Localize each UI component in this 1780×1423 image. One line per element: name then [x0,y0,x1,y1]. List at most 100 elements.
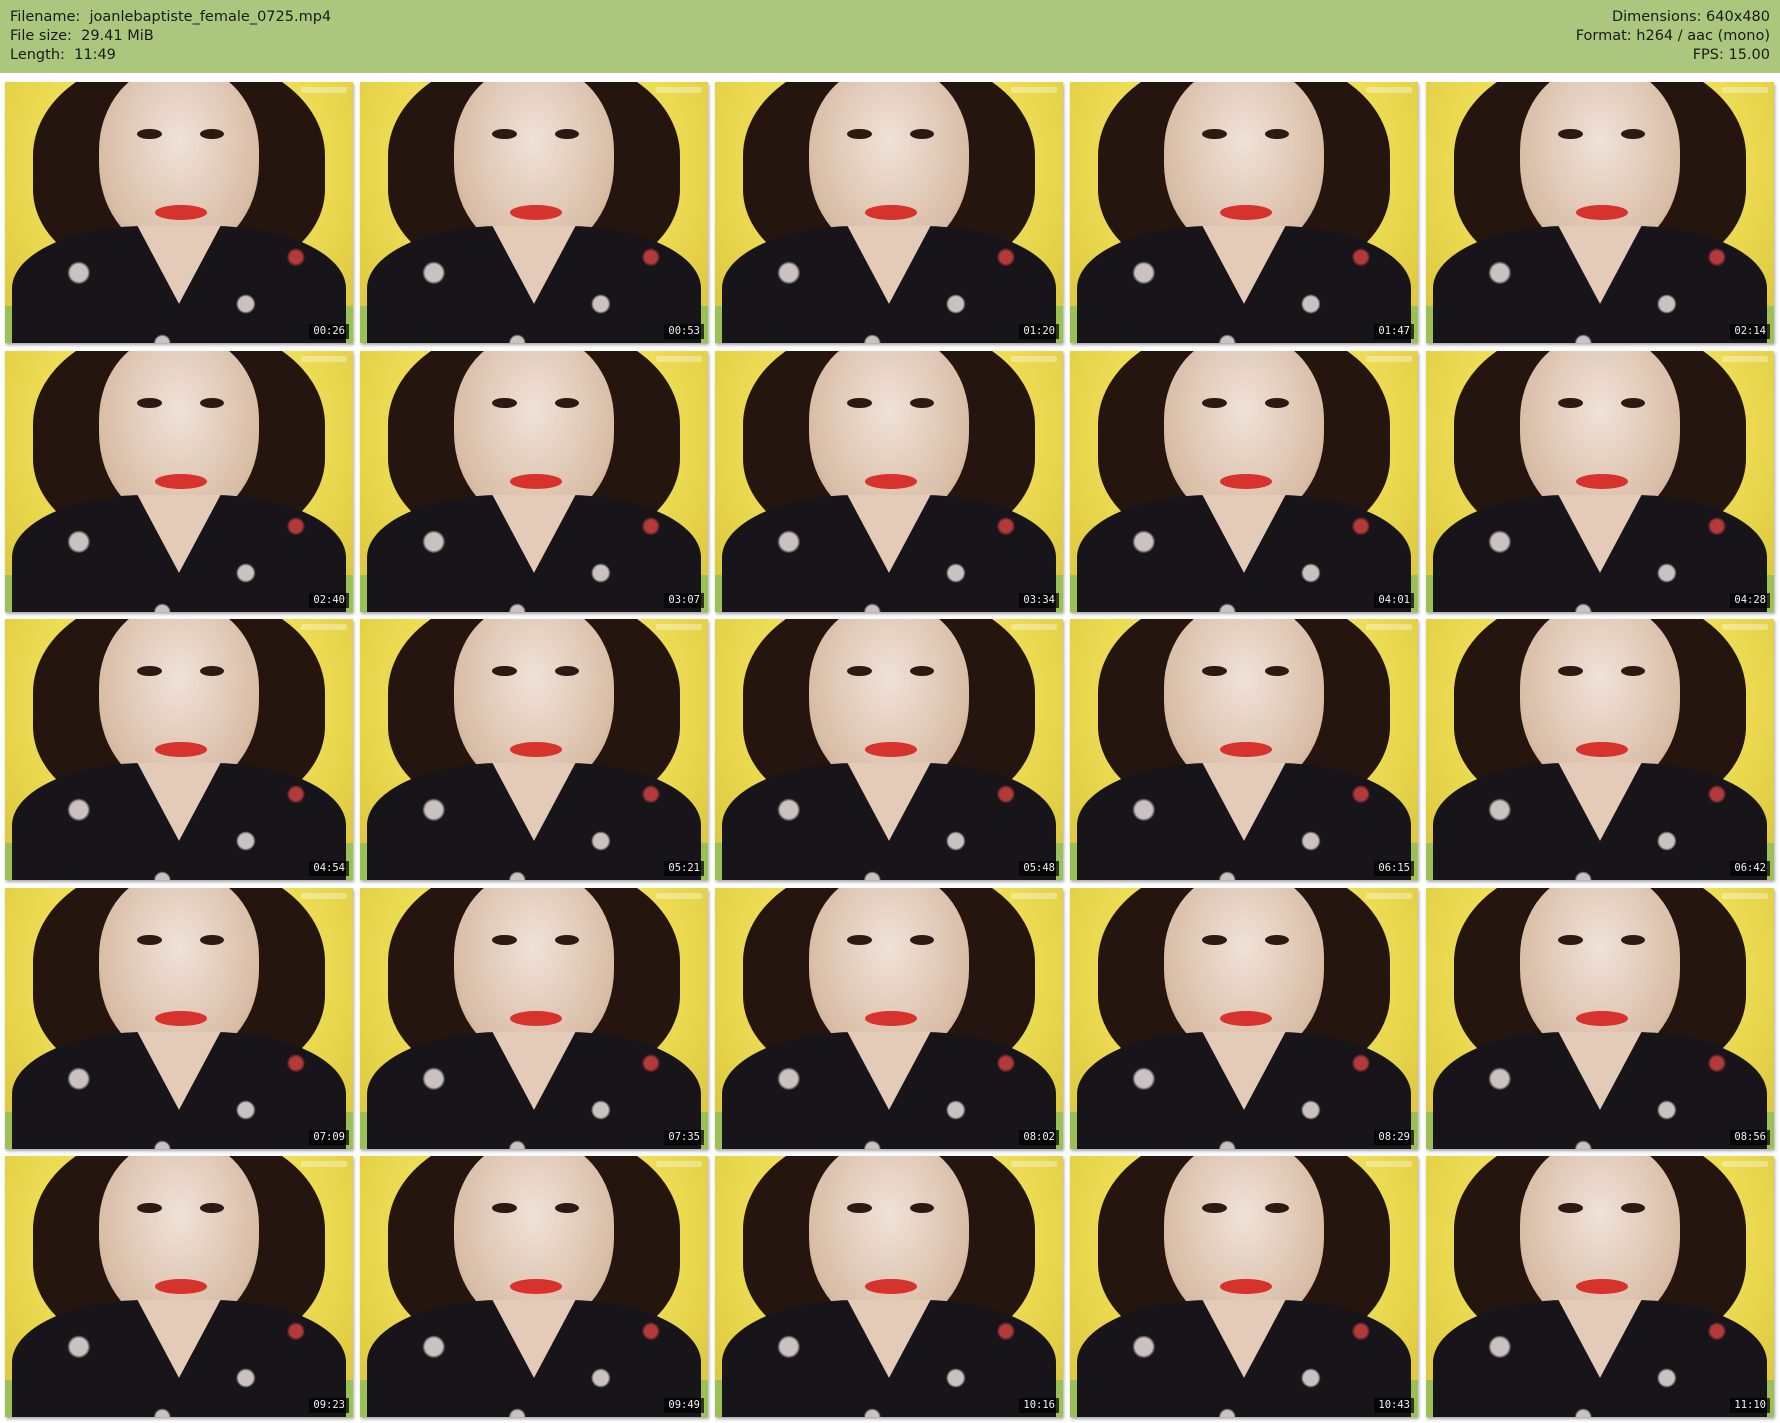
lips [509,741,562,758]
lips [1219,204,1272,221]
lips [1575,1010,1628,1027]
watermark [1366,87,1412,93]
watermark [656,356,702,362]
lips [864,1010,917,1027]
thumbnail-grid: 00:26 00:53 01:20 01:47 02:14 02:40 03:07 03:34… [0,73,1780,1423]
watermark [1722,624,1768,630]
timestamp-label: 00:53 [664,324,704,339]
info-header: Filename: joanlebaptiste_female_0725.mp4… [0,0,1780,73]
timestamp-label: 08:56 [1730,1130,1770,1145]
lips [509,473,562,490]
watermark [656,893,702,899]
lips [509,1278,562,1295]
watermark [301,624,347,630]
lips [1219,1278,1272,1295]
video-frame-thumbnail: 08:56 [1426,888,1774,1149]
lips [1575,1278,1628,1295]
watermark [1722,893,1768,899]
lips [864,473,917,490]
timestamp-label: 05:48 [1019,861,1059,876]
watermark [301,356,347,362]
video-frame-thumbnail: 01:20 [715,82,1063,343]
video-frame-thumbnail: 05:48 [715,619,1063,880]
watermark [1366,624,1412,630]
video-frame-thumbnail: 08:29 [1070,888,1418,1149]
video-frame-thumbnail: 11:10 [1426,1156,1774,1417]
video-frame-thumbnail: 10:16 [715,1156,1063,1417]
video-info: Dimensions: 640x480 Format: h264 / aac (… [1576,8,1770,65]
timestamp-label: 01:47 [1374,324,1414,339]
timestamp-label: 00:26 [309,324,349,339]
lips [1575,741,1628,758]
fps-line: FPS: 15.00 [1692,47,1770,63]
video-frame-thumbnail: 07:09 [5,888,353,1149]
watermark [656,1161,702,1167]
watermark [1722,87,1768,93]
video-frame-thumbnail: 09:23 [5,1156,353,1417]
timestamp-label: 09:23 [309,1398,349,1413]
watermark [1011,87,1057,93]
watermark [1011,893,1057,899]
timestamp-label: 04:54 [309,861,349,876]
file-info: Filename: joanlebaptiste_female_0725.mp4… [10,8,331,65]
filename-line: Filename: joanlebaptiste_female_0725.mp4 [10,9,332,25]
watermark [1722,1161,1768,1167]
timestamp-label: 11:10 [1730,1398,1770,1413]
watermark [301,1161,347,1167]
watermark [656,624,702,630]
lips [154,741,207,758]
video-frame-thumbnail: 10:43 [1070,1156,1418,1417]
timestamp-label: 02:40 [309,593,349,608]
lips [1219,1010,1272,1027]
video-frame-thumbnail: 04:28 [1426,351,1774,612]
watermark [1722,356,1768,362]
watermark [656,87,702,93]
lips [509,1010,562,1027]
lips [154,204,207,221]
video-frame-thumbnail: 09:49 [360,1156,708,1417]
video-frame-thumbnail: 06:15 [1070,619,1418,880]
timestamp-label: 08:29 [1374,1130,1414,1145]
video-frame-thumbnail: 08:02 [715,888,1063,1149]
lips [864,741,917,758]
timestamp-label: 10:16 [1019,1398,1059,1413]
timestamp-label: 03:34 [1019,593,1059,608]
file-size-line: File size: 29.41 MiB [10,28,154,44]
video-frame-thumbnail: 06:42 [1426,619,1774,880]
video-frame-thumbnail: 02:40 [5,351,353,612]
timestamp-label: 06:42 [1730,861,1770,876]
timestamp-label: 01:20 [1019,324,1059,339]
lips [154,1010,207,1027]
lips [1219,473,1272,490]
timestamp-label: 08:02 [1019,1130,1059,1145]
lips [154,1278,207,1295]
watermark [301,893,347,899]
watermark [1011,356,1057,362]
watermark [1366,893,1412,899]
lips [1219,741,1272,758]
video-frame-thumbnail: 01:47 [1070,82,1418,343]
timestamp-label: 02:14 [1730,324,1770,339]
lips [1575,204,1628,221]
lips [864,1278,917,1295]
video-frame-thumbnail: 00:26 [5,82,353,343]
video-frame-thumbnail: 04:54 [5,619,353,880]
timestamp-label: 07:09 [309,1130,349,1145]
length-line: Length: 11:49 [10,47,116,63]
lips [154,473,207,490]
watermark [1011,624,1057,630]
lips [509,204,562,221]
video-frame-thumbnail: 03:34 [715,351,1063,612]
lips [864,204,917,221]
video-frame-thumbnail: 05:21 [360,619,708,880]
video-frame-thumbnail: 00:53 [360,82,708,343]
timestamp-label: 04:28 [1730,593,1770,608]
timestamp-label: 10:43 [1374,1398,1414,1413]
watermark [1366,1161,1412,1167]
timestamp-label: 06:15 [1374,861,1414,876]
timestamp-label: 07:35 [664,1130,704,1145]
timestamp-label: 03:07 [664,593,704,608]
timestamp-label: 05:21 [664,861,704,876]
lips [1575,473,1628,490]
timestamp-label: 09:49 [664,1398,704,1413]
